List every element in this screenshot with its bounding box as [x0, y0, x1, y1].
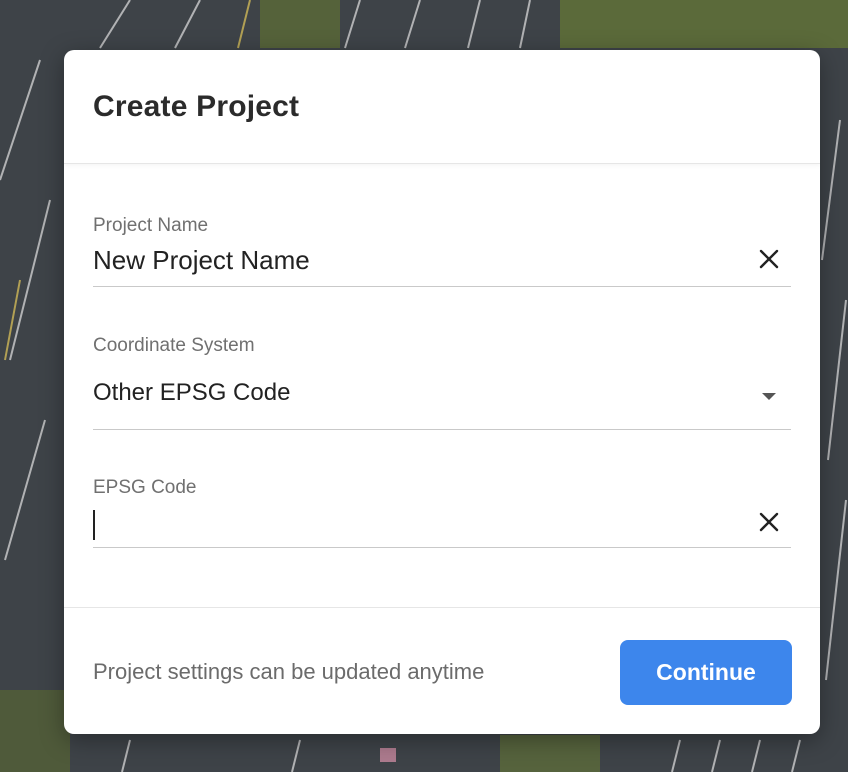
caret-down-icon[interactable]	[762, 393, 776, 400]
settings-note: Project settings can be updated anytime	[93, 659, 485, 684]
text-cursor	[93, 510, 95, 540]
epsg-code-label: EPSG Code	[93, 477, 197, 498]
create-project-dialog: Create Project Project Name New Project …	[64, 50, 820, 734]
coordinate-system-select[interactable]: Coordinate System Other EPSG Code	[93, 330, 791, 430]
coordinate-system-label: Coordinate System	[93, 335, 255, 356]
dialog-title: Create Project	[93, 90, 300, 123]
dialog-header: Create Project	[64, 50, 820, 164]
project-name-input[interactable]: New Project Name	[93, 245, 310, 276]
continue-button[interactable]: Continue	[620, 640, 792, 705]
close-icon[interactable]	[757, 247, 781, 271]
close-icon[interactable]	[757, 510, 781, 534]
project-name-field[interactable]: Project Name New Project Name	[93, 210, 791, 287]
dialog-footer: Project settings can be updated anytime …	[64, 607, 820, 734]
epsg-code-field[interactable]: EPSG Code	[93, 473, 791, 548]
coordinate-system-value[interactable]: Other EPSG Code	[93, 379, 290, 407]
project-name-label: Project Name	[93, 215, 209, 236]
